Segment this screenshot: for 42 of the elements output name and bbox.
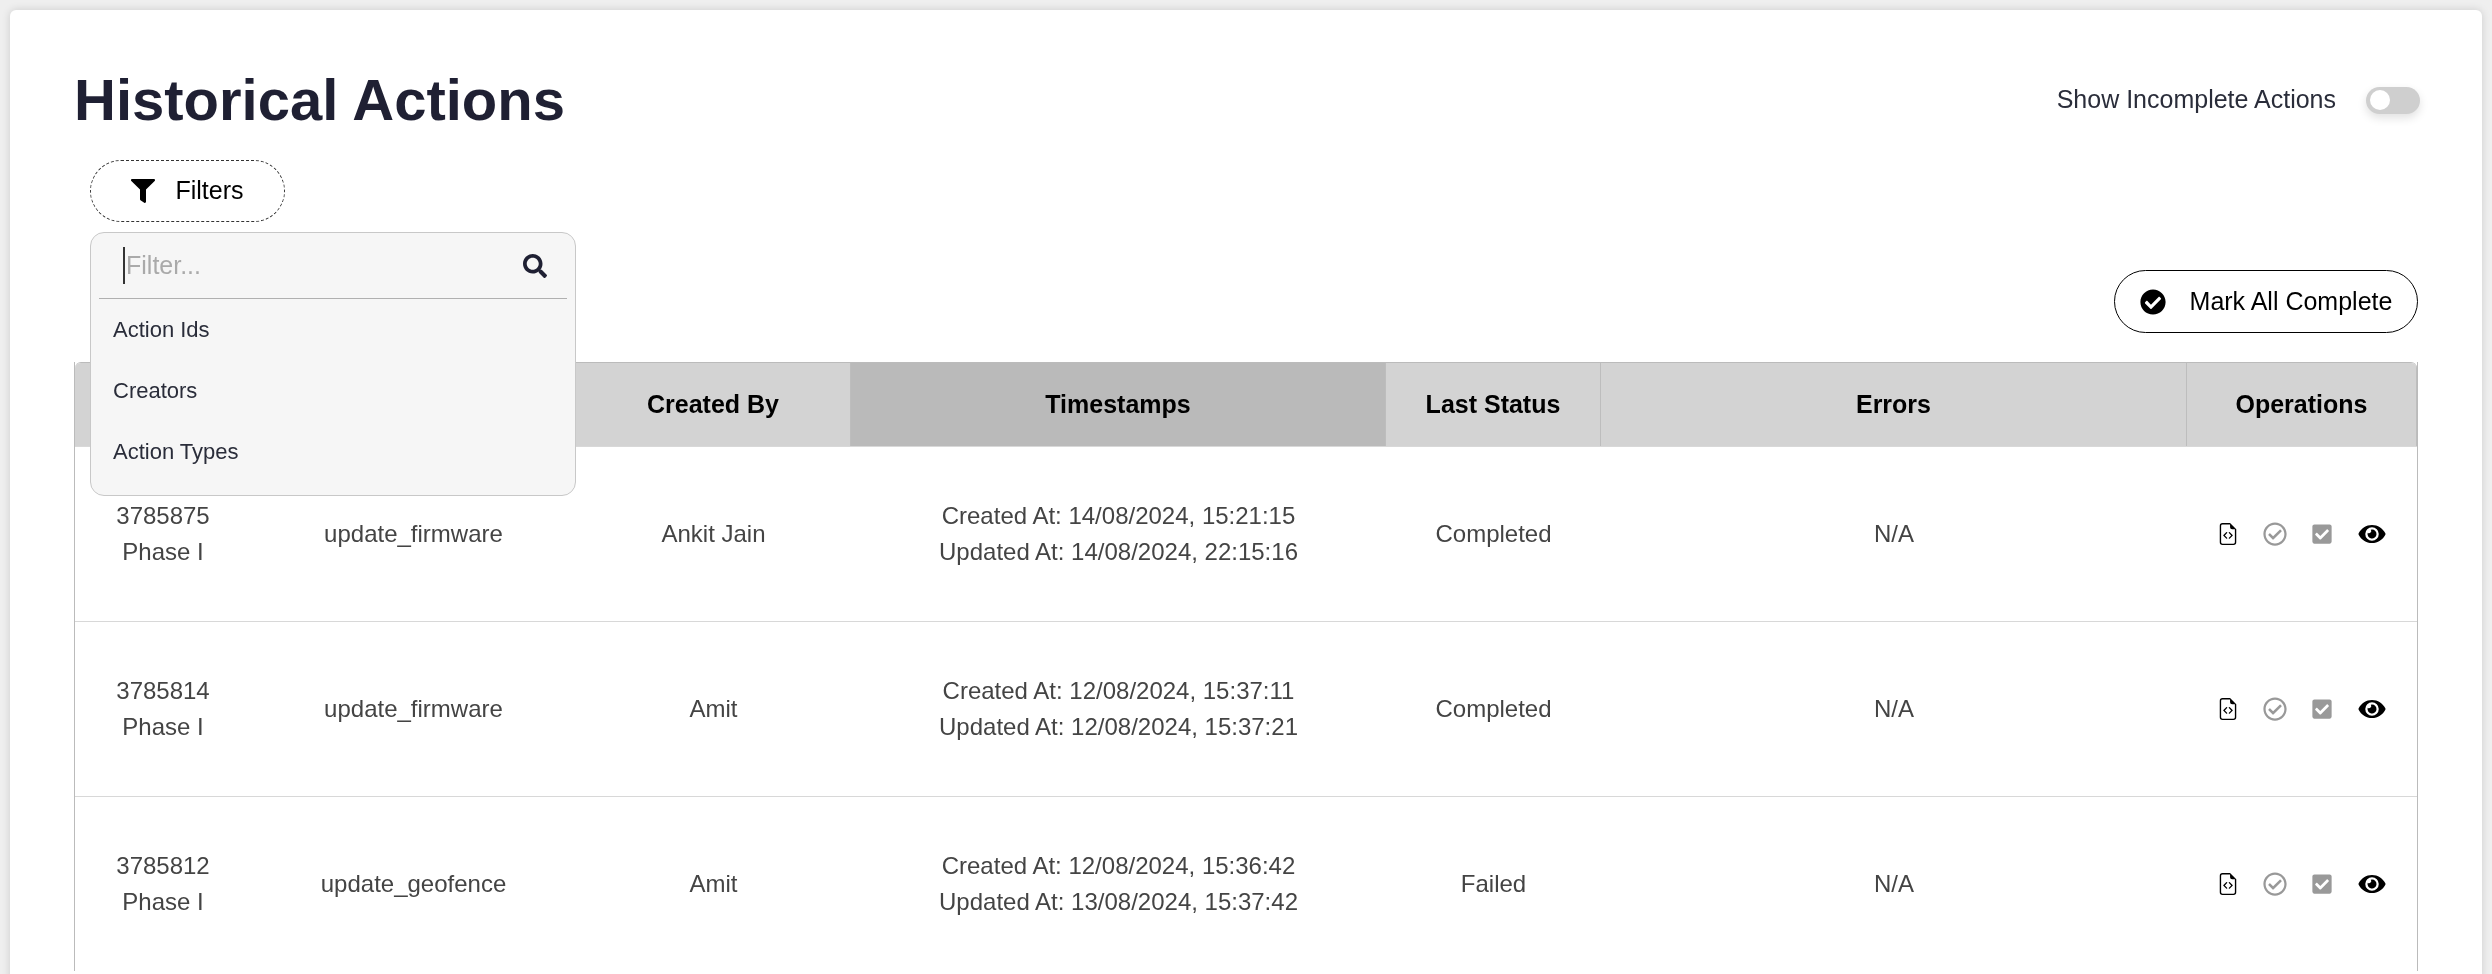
table-cell-text: Created At: 12/08/2024, 15:37:11 Updated At: 12/08/2024, 15:37:21 — [938, 676, 1299, 742]
table-cell-text: Failed — [1459, 869, 1528, 899]
table-cell-text: Created At: 14/08/2024, 15:21:15 Updated At: 14/08/2024, 22:15:16 — [938, 501, 1299, 567]
column-header[interactable]: Created By — [576, 363, 851, 446]
table-cell-text: update_firmware — [323, 694, 504, 724]
table-cell-text: Completed — [1434, 694, 1553, 724]
code-file-icon[interactable] — [2217, 872, 2239, 896]
table-cell-text: Amit — [688, 869, 739, 899]
table-cell-text: Created At: 12/08/2024, 15:36:42 Updated At: 13/08/2024, 15:37:42 — [938, 851, 1299, 917]
table-cell-text: Ankit Jain — [660, 519, 767, 549]
page-title: Historical Actions — [74, 66, 565, 134]
table-cell-text: Amit — [688, 694, 739, 724]
table-cell-text: N/A — [1873, 869, 1915, 899]
code-file-icon[interactable] — [2217, 697, 2239, 721]
mark-all-complete-button[interactable]: Mark All Complete — [2114, 270, 2418, 333]
filter-option[interactable]: Creators — [99, 360, 567, 421]
column-header[interactable]: Last Status — [1386, 363, 1601, 446]
table-cell-text: N/A — [1873, 694, 1915, 724]
view-icon[interactable] — [2357, 872, 2387, 896]
table-cell-text: 3785814 Phase I — [116, 676, 210, 742]
table-cell-text: Completed — [1434, 519, 1553, 549]
table-cell-text: update_geofence — [319, 869, 508, 899]
filter-search-field[interactable]: Filter... — [123, 246, 523, 285]
table-cell-text: update_firmware — [323, 519, 504, 549]
filter-option[interactable]: Action Ids — [99, 299, 567, 360]
table-cell-text: 3785812 Phase I — [116, 851, 210, 917]
table-cell-text: N/A — [1873, 519, 1915, 549]
view-icon[interactable] — [2357, 697, 2387, 721]
column-header[interactable]: Operations — [2187, 363, 2417, 446]
table-cell-text: 3785875 Phase I — [116, 501, 210, 567]
view-icon[interactable] — [2357, 522, 2387, 546]
checkbox-icon[interactable] — [2311, 523, 2333, 545]
toggle-label: Show Incomplete Actions — [2056, 84, 2336, 116]
code-file-icon[interactable] — [2217, 522, 2239, 546]
toggle-switch[interactable] — [2366, 86, 2420, 114]
filter-option[interactable]: Action Types — [99, 421, 567, 482]
column-header[interactable]: Errors — [1601, 363, 2187, 446]
search-icon — [523, 253, 547, 278]
checkbox-icon[interactable] — [2311, 873, 2333, 895]
checkbox-icon[interactable] — [2311, 698, 2333, 720]
filter-icon — [131, 179, 156, 203]
column-header[interactable]: Timestamps — [851, 363, 1386, 446]
